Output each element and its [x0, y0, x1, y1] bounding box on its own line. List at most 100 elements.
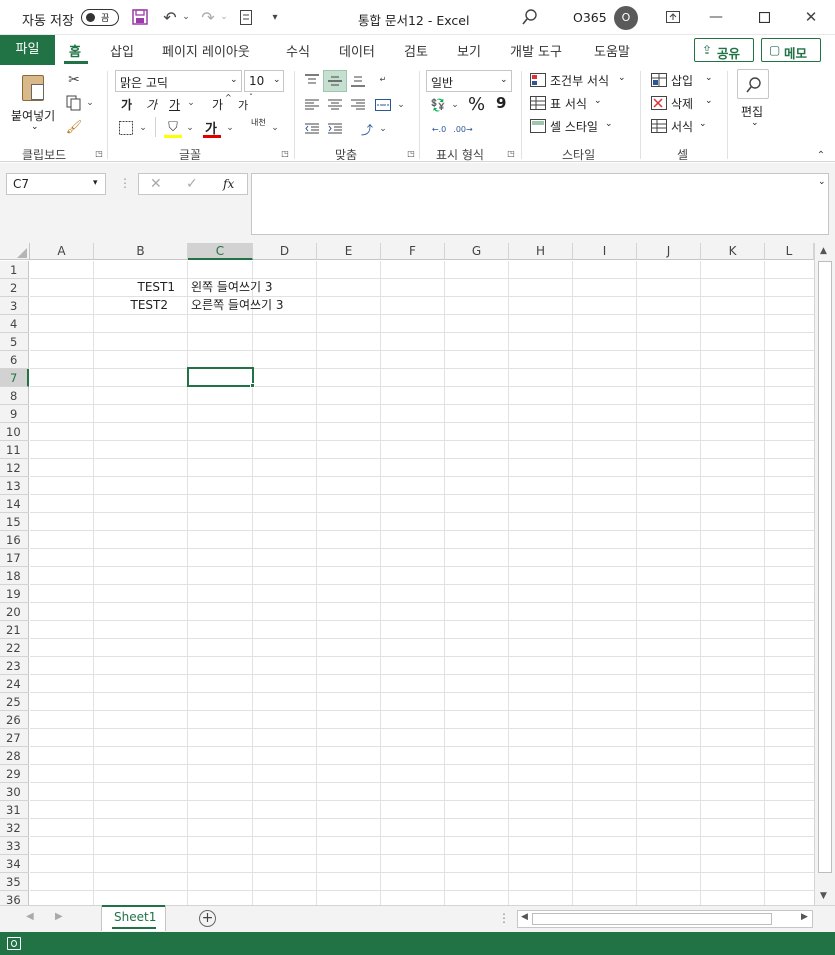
tab-file[interactable]: 파일	[0, 35, 55, 65]
font-launcher-icon[interactable]: ◳	[280, 148, 290, 158]
row-header-27[interactable]: 27	[0, 729, 29, 747]
increase-decimal-icon[interactable]: ←.0	[428, 120, 450, 140]
ribbon-display-icon[interactable]	[662, 8, 684, 26]
row-header-7[interactable]: 7	[0, 369, 29, 387]
tab-view[interactable]: 보기	[457, 41, 481, 60]
cell-b2[interactable]: TEST1	[94, 278, 176, 296]
merge-dropdown-icon[interactable]: ⌄	[396, 97, 406, 113]
row-header-19[interactable]: 19	[0, 585, 29, 603]
cell-c2[interactable]: 왼쪽 들여쓰기 3	[191, 278, 273, 296]
borders-dropdown-icon[interactable]: ⌄	[138, 120, 148, 136]
enter-icon[interactable]: ✓	[186, 176, 198, 192]
row-header-11[interactable]: 11	[0, 441, 29, 459]
column-header-a[interactable]: A	[30, 243, 94, 260]
copy-dropdown-icon[interactable]: ⌄	[85, 94, 95, 112]
row-header-8[interactable]: 8	[0, 387, 29, 405]
column-header-h[interactable]: H	[509, 243, 573, 260]
number-launcher-icon[interactable]: ◳	[506, 148, 516, 158]
editing-button[interactable]	[737, 69, 769, 99]
scrollbar-thumb[interactable]	[532, 913, 772, 925]
close-icon[interactable]: ✕	[800, 8, 822, 26]
clipboard-launcher-icon[interactable]: ◳	[94, 148, 104, 158]
collapse-ribbon-icon[interactable]: ⌃	[815, 149, 827, 161]
cell-styles-button[interactable]: 셀 스타일 ⌄	[530, 116, 620, 136]
column-header-j[interactable]: J	[637, 243, 701, 260]
scroll-down-icon[interactable]: ▼	[820, 891, 827, 901]
percent-button[interactable]: %	[468, 94, 485, 115]
row-header-28[interactable]: 28	[0, 747, 29, 765]
row-header-35[interactable]: 35	[0, 873, 29, 891]
row-header-15[interactable]: 15	[0, 513, 29, 531]
row-header-13[interactable]: 13	[0, 477, 29, 495]
row-header-30[interactable]: 30	[0, 783, 29, 801]
scroll-up-icon[interactable]: ▲	[820, 246, 827, 256]
align-middle-button[interactable]	[323, 70, 347, 92]
next-sheet-icon[interactable]: ▶	[55, 911, 63, 922]
column-header-c[interactable]: C	[188, 243, 253, 260]
expand-formula-bar-icon[interactable]: ⌄	[818, 177, 826, 187]
macro-record-icon[interactable]	[7, 937, 21, 950]
borders-icon[interactable]	[117, 120, 135, 136]
redo-icon[interactable]: ↷	[198, 8, 218, 27]
search-icon[interactable]	[520, 8, 540, 26]
underline-button[interactable]: 가	[169, 96, 180, 113]
cut-icon[interactable]: ✂	[66, 71, 82, 89]
row-header-23[interactable]: 23	[0, 657, 29, 675]
insert-cells-button[interactable]: 삽입 ⌄	[651, 70, 721, 90]
column-header-k[interactable]: K	[701, 243, 765, 260]
row-header-1[interactable]: 1	[0, 261, 29, 279]
scroll-right-icon[interactable]: ▶	[801, 912, 808, 922]
split-handle-icon[interactable]: ⋮	[498, 911, 510, 925]
form-icon[interactable]	[238, 8, 254, 26]
font-color-dropdown-icon[interactable]: ⌄	[225, 120, 235, 136]
active-cell-c7[interactable]	[187, 367, 254, 387]
share-button[interactable]: ⇪ 공유	[694, 38, 754, 62]
fill-color-dropdown-icon[interactable]: ⌄	[185, 120, 195, 136]
italic-button[interactable]: 가	[146, 96, 157, 113]
worksheet-grid[interactable]: ABCDEFGHIJKL 1 2 3 4 5 6 7 8 9 10 11 12 13 14 15 16 17 18…	[0, 243, 835, 909]
customize-toolbar-icon[interactable]: ▾	[266, 8, 284, 26]
conditional-formatting-button[interactable]: 조건부 서식 ⌄	[530, 70, 630, 90]
redo-dropdown-icon[interactable]: ⌄	[219, 8, 229, 26]
cell-b3[interactable]: TEST2	[94, 296, 169, 314]
row-header-25[interactable]: 25	[0, 693, 29, 711]
autosave-toggle[interactable]: 끔	[81, 9, 119, 26]
tab-page-layout[interactable]: 페이지 레이아웃	[162, 41, 250, 60]
paste-button[interactable]: 붙여넣기 ⌄	[8, 69, 60, 139]
align-right-icon[interactable]	[348, 95, 368, 115]
maximize-icon[interactable]	[753, 8, 775, 26]
save-icon[interactable]	[131, 8, 149, 26]
tab-home[interactable]: 홈	[69, 41, 81, 60]
currency-dropdown-icon[interactable]: ⌄	[450, 97, 460, 113]
orientation-dropdown-icon[interactable]: ⌄	[378, 121, 388, 137]
bold-button[interactable]: 가	[121, 96, 132, 113]
row-header-6[interactable]: 6	[0, 351, 29, 369]
row-header-18[interactable]: 18	[0, 567, 29, 585]
align-top-icon[interactable]	[302, 70, 322, 90]
format-cells-button[interactable]: 서식 ⌄	[651, 116, 721, 136]
row-header-3[interactable]: 3	[0, 297, 29, 315]
column-header-g[interactable]: G	[445, 243, 509, 260]
orientation-icon[interactable]: ⤴	[357, 119, 377, 139]
number-format-dropdown[interactable]: 일반 ⌄	[426, 70, 512, 92]
row-header-16[interactable]: 16	[0, 531, 29, 549]
insert-function-icon[interactable]: fx	[223, 177, 234, 191]
format-as-table-button[interactable]: 표 서식 ⌄	[530, 93, 610, 113]
row-header-22[interactable]: 22	[0, 639, 29, 657]
row-header-20[interactable]: 20	[0, 603, 29, 621]
column-header-b[interactable]: B	[94, 243, 188, 260]
row-header-17[interactable]: 17	[0, 549, 29, 567]
column-header-i[interactable]: I	[573, 243, 637, 260]
horizontal-scrollbar[interactable]: ◀ ▶	[517, 910, 813, 928]
format-painter-icon[interactable]: 🖌	[64, 118, 84, 136]
merge-center-icon[interactable]	[372, 95, 394, 115]
underline-dropdown-icon[interactable]: ⌄	[186, 96, 196, 110]
add-sheet-icon[interactable]: +	[199, 910, 216, 927]
alignment-launcher-icon[interactable]: ◳	[406, 148, 416, 158]
row-header-31[interactable]: 31	[0, 801, 29, 819]
increase-indent-icon[interactable]	[325, 119, 345, 139]
decrease-decimal-icon[interactable]: .00→	[452, 120, 474, 140]
column-header-d[interactable]: D	[253, 243, 317, 260]
align-bottom-icon[interactable]	[348, 70, 368, 92]
row-header-32[interactable]: 32	[0, 819, 29, 837]
